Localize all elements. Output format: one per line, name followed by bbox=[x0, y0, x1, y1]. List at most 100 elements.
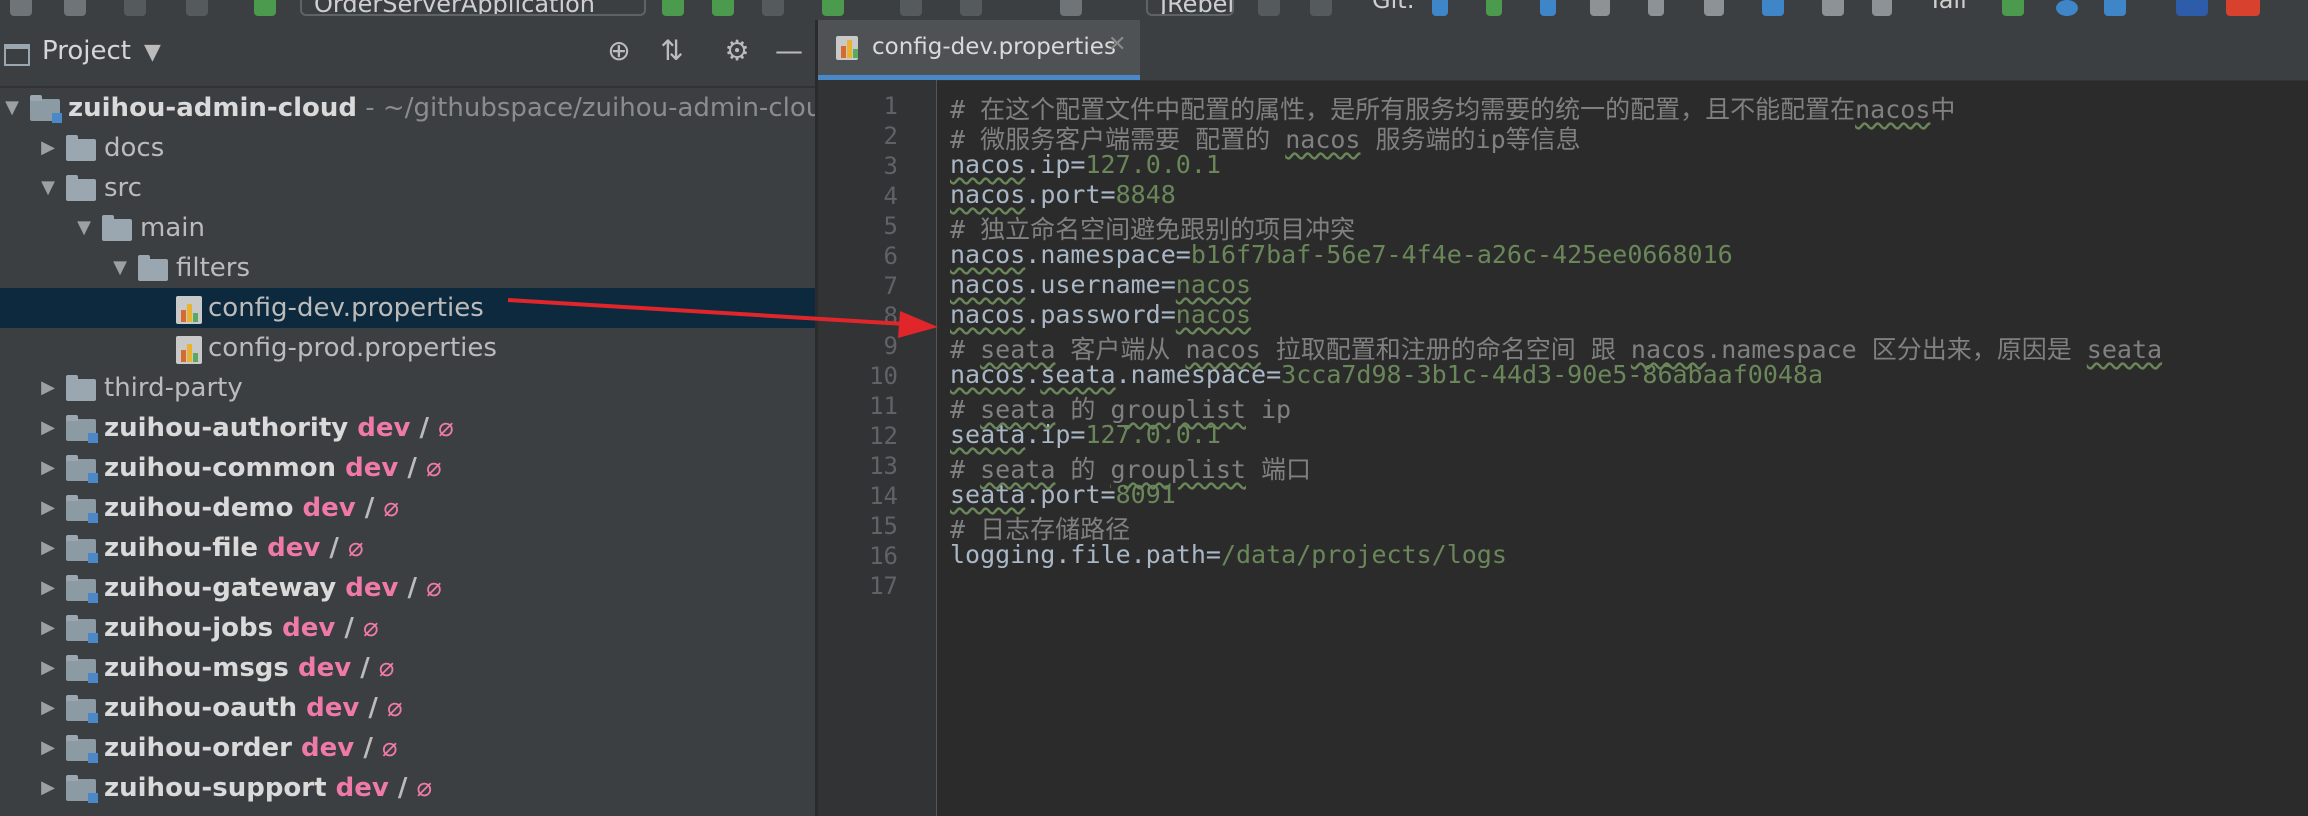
collapse-all-icon[interactable]: ⇅ bbox=[655, 34, 689, 68]
git-branch-label: dev bbox=[302, 493, 356, 523]
coverage-icon[interactable] bbox=[762, 0, 784, 16]
property-line[interactable]: nacos.port=8848 bbox=[950, 180, 1176, 209]
tree-row-zuihou-order[interactable]: ▶ zuihou-order dev / ⌀ bbox=[0, 728, 815, 768]
module-folder-icon bbox=[66, 535, 98, 563]
search-icon[interactable] bbox=[1872, 0, 1892, 16]
property-value: 8091 bbox=[1115, 480, 1176, 509]
tree-row-zuihou-file[interactable]: ▶ zuihou-file dev / ⌀ bbox=[0, 528, 815, 568]
tree-row-docs[interactable]: ▶ docs bbox=[0, 128, 815, 168]
tree-row-zuihou-demo[interactable]: ▶ zuihou-demo dev / ⌀ bbox=[0, 488, 815, 528]
stop-all-icon[interactable] bbox=[1310, 0, 1332, 16]
run-icon[interactable] bbox=[662, 0, 684, 16]
property-line[interactable]: nacos.username=nacos bbox=[950, 270, 1251, 299]
tree-row-zuihou-common[interactable]: ▶ zuihou-common dev / ⌀ bbox=[0, 448, 815, 488]
gear-icon[interactable]: ⚙ bbox=[720, 34, 754, 68]
jrebel-run-icon[interactable] bbox=[900, 0, 922, 16]
project-panel-header: Project ▼ ⊕ ⇅ ⚙ — bbox=[0, 20, 815, 88]
property-key: logging.file.path bbox=[950, 540, 1206, 569]
collapsed-arrow-icon[interactable]: ▶ bbox=[38, 408, 58, 448]
equals-sign: = bbox=[1175, 240, 1191, 269]
plugin-blue-icon[interactable] bbox=[2056, 0, 2078, 16]
property-line[interactable]: nacos.seata.namespace=3cca7d98-3b1c-44d3… bbox=[950, 360, 1823, 389]
collapsed-arrow-icon[interactable]: ▶ bbox=[38, 608, 58, 648]
rollback-icon[interactable] bbox=[1648, 0, 1664, 16]
tree-row-zuihou-jobs[interactable]: ▶ zuihou-jobs dev / ⌀ bbox=[0, 608, 815, 648]
git-push-icon[interactable] bbox=[1540, 0, 1556, 16]
property-line[interactable]: seata.port=8091 bbox=[950, 480, 1176, 509]
property-line[interactable]: logging.file.path=/data/projects/logs bbox=[950, 540, 1507, 569]
tree-row-zuihou-gateway[interactable]: ▶ zuihou-gateway dev / ⌀ bbox=[0, 568, 815, 608]
collapsed-arrow-icon[interactable]: ▶ bbox=[38, 488, 58, 528]
forward-icon[interactable] bbox=[186, 0, 208, 16]
tree-row-config-dev.properties[interactable]: config-dev.properties bbox=[0, 288, 815, 328]
tree-row-zuihou-authority[interactable]: ▶ zuihou-authority dev / ⌀ bbox=[0, 408, 815, 448]
expanded-arrow-icon[interactable]: ▼ bbox=[74, 208, 94, 248]
structure-icon[interactable] bbox=[1762, 0, 1784, 16]
tree-row-filters[interactable]: ▼ filters bbox=[0, 248, 815, 288]
tree-row-zuihou-oauth[interactable]: ▶ zuihou-oauth dev / ⌀ bbox=[0, 688, 815, 728]
collapsed-arrow-icon[interactable]: ▶ bbox=[38, 448, 58, 488]
refresh-icon[interactable] bbox=[64, 0, 86, 16]
collapsed-arrow-icon[interactable]: ▶ bbox=[38, 368, 58, 408]
run-config-select[interactable]: OrderServerApplication bbox=[300, 0, 646, 16]
tree-item-label: zuihou-order dev / ⌀ bbox=[104, 728, 398, 768]
stop-icon[interactable] bbox=[960, 0, 982, 16]
item-name: zuihou-authority bbox=[104, 413, 349, 443]
plugin-green-icon[interactable] bbox=[2002, 0, 2024, 16]
plugin-cloud-icon[interactable] bbox=[2104, 0, 2126, 16]
folder-icon bbox=[138, 255, 168, 281]
branch-separator: / bbox=[363, 733, 373, 763]
collapsed-arrow-icon[interactable]: ▶ bbox=[38, 648, 58, 688]
tail-label[interactable]: Tail bbox=[1928, 0, 1967, 14]
tree-row-zuihou-msgs[interactable]: ▶ zuihou-msgs dev / ⌀ bbox=[0, 648, 815, 688]
collapsed-arrow-icon[interactable]: ▶ bbox=[38, 768, 58, 808]
tab-config-dev-properties[interactable]: config-dev.properties ✕ bbox=[818, 20, 1140, 80]
tree-row-third-party[interactable]: ▶ third-party bbox=[0, 368, 815, 408]
module-folder-icon bbox=[66, 695, 98, 723]
property-key: nacos.namespace bbox=[950, 240, 1176, 269]
property-line[interactable]: nacos.password=nacos bbox=[950, 300, 1251, 329]
jrebel-select[interactable]: JRebel bbox=[1146, 0, 1234, 16]
git-commit-icon[interactable] bbox=[1486, 0, 1502, 16]
folder-icon[interactable] bbox=[10, 0, 32, 16]
expanded-arrow-icon[interactable]: ▼ bbox=[38, 168, 58, 208]
property-line[interactable]: seata.ip=127.0.0.1 bbox=[950, 420, 1221, 449]
expanded-arrow-icon[interactable]: ▼ bbox=[2, 88, 22, 128]
property-key: nacos.password bbox=[950, 300, 1161, 329]
locate-crosshair-icon[interactable]: ⊕ bbox=[602, 34, 636, 68]
window-icon[interactable] bbox=[1822, 0, 1844, 16]
tree-row-config-prod.properties[interactable]: config-prod.properties bbox=[0, 328, 815, 368]
build-icon[interactable] bbox=[254, 0, 276, 16]
plugin-red-icon[interactable] bbox=[2226, 0, 2260, 16]
collapsed-arrow-icon[interactable]: ▶ bbox=[38, 688, 58, 728]
tree-row-main[interactable]: ▼ main bbox=[0, 208, 815, 248]
jrebel-debug-icon[interactable] bbox=[1060, 0, 1082, 16]
tree-row-src[interactable]: ▼ src bbox=[0, 168, 815, 208]
item-name: zuihou-demo bbox=[104, 493, 294, 523]
property-line[interactable]: nacos.ip=127.0.0.1 bbox=[950, 150, 1221, 179]
settings-wrench-icon[interactable] bbox=[1704, 0, 1724, 16]
tree-row-zuihou-admin-cloud[interactable]: ▼ zuihou-admin-cloud - ~/githubspace/zuih… bbox=[0, 88, 815, 128]
user-icon[interactable] bbox=[1258, 0, 1280, 16]
collapsed-arrow-icon[interactable]: ▶ bbox=[38, 728, 58, 768]
git-branch-label: dev bbox=[335, 773, 389, 803]
tree-row-zuihou-support[interactable]: ▶ zuihou-support dev / ⌀ bbox=[0, 768, 815, 808]
property-value: 127.0.0.1 bbox=[1085, 150, 1221, 179]
git-update-icon[interactable] bbox=[1432, 0, 1448, 16]
history-icon[interactable] bbox=[1590, 0, 1610, 16]
collapsed-arrow-icon[interactable]: ▶ bbox=[38, 528, 58, 568]
collapsed-arrow-icon[interactable]: ▶ bbox=[38, 128, 58, 168]
property-value: nacos bbox=[1175, 300, 1252, 329]
chevron-down-icon[interactable]: ▼ bbox=[144, 40, 161, 65]
back-icon[interactable] bbox=[124, 0, 146, 16]
plugin-orange-icon[interactable] bbox=[2176, 0, 2208, 16]
expanded-arrow-icon[interactable]: ▼ bbox=[110, 248, 130, 288]
hide-panel-icon[interactable]: — bbox=[772, 34, 806, 68]
close-icon[interactable]: ✕ bbox=[1108, 32, 1126, 57]
project-view-selector[interactable]: Project bbox=[42, 36, 131, 66]
profile-icon[interactable] bbox=[822, 0, 844, 16]
collapsed-arrow-icon[interactable]: ▶ bbox=[38, 568, 58, 608]
debug-icon[interactable] bbox=[712, 0, 734, 16]
property-line[interactable]: nacos.namespace=b16f7baf-56e7-4f4e-a26c-… bbox=[950, 240, 1733, 269]
branch-separator: / bbox=[368, 693, 378, 723]
